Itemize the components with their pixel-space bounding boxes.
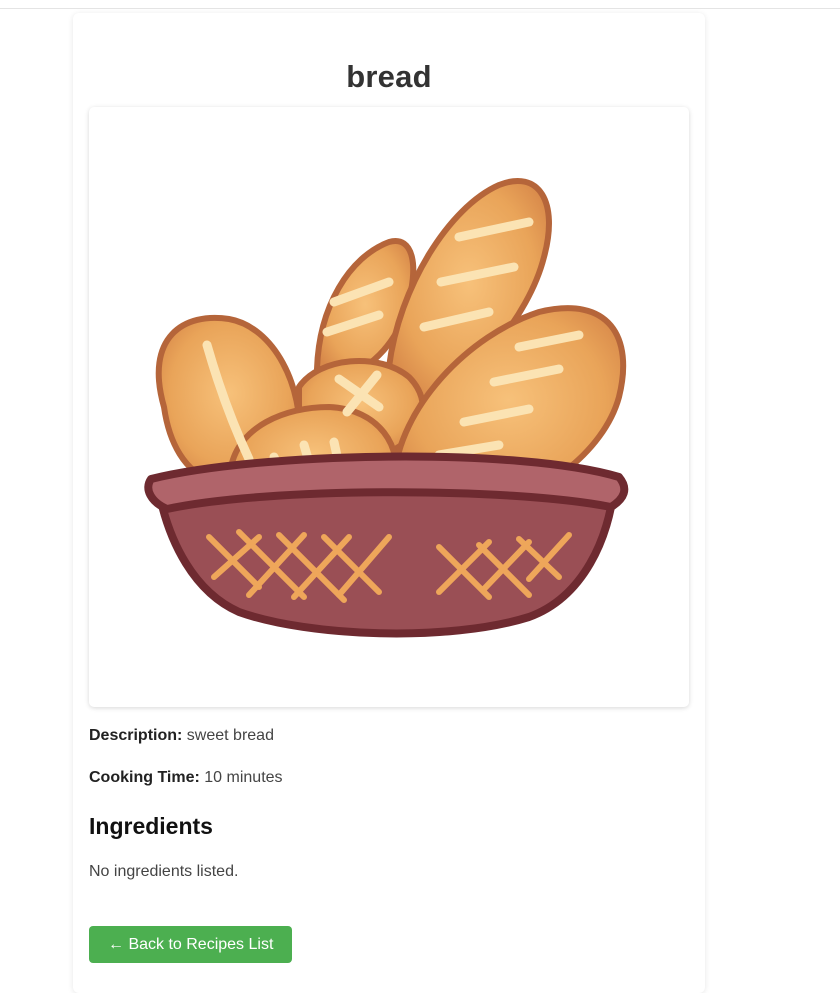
cooking-time-row: Cooking Time: 10 minutes <box>89 769 283 787</box>
description-value: sweet bread <box>186 727 274 744</box>
ingredients-heading: Ingredients <box>89 813 213 839</box>
ingredients-empty-text: No ingredients listed. <box>89 863 239 880</box>
description-row: Description: sweet bread <box>89 727 274 745</box>
cooking-time-value: 10 minutes <box>204 769 283 786</box>
cooking-time-label: Cooking Time: <box>89 769 200 786</box>
back-to-recipes-button[interactable]: ← Back to Recipes List <box>89 926 293 963</box>
recipe-card: bread Description: sweet bread Cooking T… <box>73 13 705 993</box>
top-divider <box>0 8 840 9</box>
recipe-title: bread <box>346 59 432 94</box>
bread-basket-illustration <box>144 177 629 638</box>
description-label: Description: <box>89 727 183 744</box>
recipe-image <box>89 107 689 707</box>
